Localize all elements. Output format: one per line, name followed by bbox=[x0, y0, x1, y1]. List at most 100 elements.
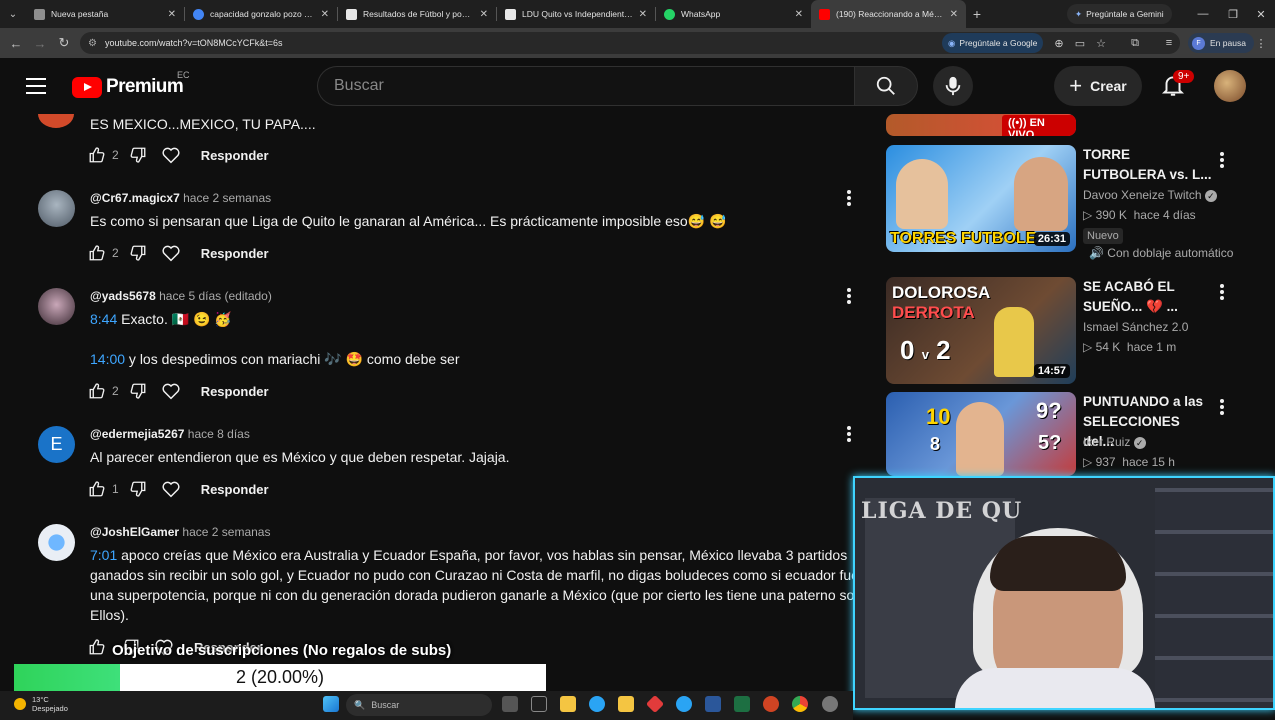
channel-name[interactable]: Davoo Xeneize Twitch ✓ bbox=[1083, 188, 1217, 202]
commenter-avatar[interactable] bbox=[38, 114, 74, 128]
chrome-icon[interactable] bbox=[792, 696, 808, 712]
reply-button[interactable]: Responder bbox=[201, 384, 269, 399]
create-button[interactable]: + Crear bbox=[1054, 66, 1142, 106]
close-tab-icon[interactable]: ✕ bbox=[795, 9, 803, 20]
thumbs-down-icon[interactable] bbox=[129, 146, 147, 164]
site-info-icon[interactable]: ⚙ bbox=[88, 38, 97, 49]
video-thumbnail[interactable]: DOLOROSA DERROTA 0 v 2 14:57 bbox=[886, 277, 1076, 384]
thumbs-up-icon[interactable] bbox=[88, 244, 106, 262]
app-icon[interactable] bbox=[645, 694, 665, 714]
comment-time[interactable]: hace 2 semanas bbox=[182, 525, 270, 539]
browser-tab[interactable]: Resultados de Fútbol y posición ✕ bbox=[338, 0, 496, 28]
word-icon[interactable] bbox=[705, 696, 721, 712]
minimize-button[interactable]: — bbox=[1188, 0, 1218, 28]
close-tab-icon[interactable]: ✕ bbox=[321, 9, 329, 20]
channel-name[interactable]: Ismael Sánchez 2.0 bbox=[1083, 320, 1188, 334]
video-options-icon[interactable] bbox=[1219, 398, 1225, 416]
commenter-avatar[interactable]: E bbox=[38, 426, 75, 463]
close-tab-icon[interactable]: ✕ bbox=[639, 9, 647, 20]
store-icon[interactable] bbox=[618, 696, 634, 712]
app-icon[interactable] bbox=[531, 696, 547, 712]
commenter-avatar[interactable] bbox=[38, 524, 75, 561]
tab-search-icon[interactable]: ⌄ bbox=[0, 0, 26, 28]
timestamp-link[interactable]: 14:00 bbox=[90, 351, 125, 367]
back-icon[interactable]: ← bbox=[4, 31, 28, 55]
hamburger-menu-icon[interactable] bbox=[26, 78, 46, 94]
video-thumbnail[interactable]: ((•)) EN VIVO bbox=[886, 114, 1076, 136]
thumbs-down-icon[interactable] bbox=[129, 480, 147, 498]
video-title[interactable]: SE ACABÓ EL SUEÑO... 💔 ... bbox=[1083, 277, 1213, 317]
comment-time[interactable]: hace 5 días (editado) bbox=[159, 289, 272, 303]
ask-gemini-button[interactable]: ✦ Pregúntale a Gemini bbox=[1067, 4, 1172, 24]
thumbs-up-icon[interactable] bbox=[88, 382, 106, 400]
thumbs-down-icon[interactable] bbox=[129, 244, 147, 262]
browser-tab[interactable]: LDU Quito vs Independiente Va ✕ bbox=[497, 0, 655, 28]
video-options-icon[interactable] bbox=[1219, 283, 1225, 301]
close-tab-icon[interactable]: ✕ bbox=[950, 9, 958, 20]
edge-icon[interactable] bbox=[589, 696, 605, 712]
thumbs-up-icon[interactable] bbox=[88, 638, 106, 656]
reply-button[interactable]: Responder bbox=[201, 246, 269, 261]
ask-google-button[interactable]: ◉ Pregúntale a Google bbox=[942, 33, 1044, 53]
comment-author[interactable]: @edermejia5267 bbox=[90, 427, 184, 441]
new-tab-button[interactable]: + bbox=[966, 6, 988, 22]
thumbs-down-icon[interactable] bbox=[129, 382, 147, 400]
bookmark-star-icon[interactable]: ☆ bbox=[1092, 34, 1110, 52]
video-thumbnail[interactable]: 10 9? 8 5? bbox=[886, 392, 1076, 476]
comment-options-icon[interactable] bbox=[846, 287, 852, 305]
close-tab-icon[interactable]: ✕ bbox=[168, 9, 176, 20]
profile-paused-button[interactable]: F En pausa bbox=[1188, 33, 1254, 53]
forward-icon[interactable]: → bbox=[28, 31, 52, 55]
task-view-icon[interactable] bbox=[502, 696, 518, 712]
heart-icon[interactable] bbox=[161, 480, 181, 498]
timestamp-link[interactable]: 7:01 bbox=[90, 547, 117, 563]
commenter-avatar[interactable] bbox=[38, 288, 75, 325]
browser-tab[interactable]: Nueva pestaña ✕ bbox=[26, 0, 184, 28]
settings-icon[interactable] bbox=[822, 696, 838, 712]
excel-icon[interactable] bbox=[734, 696, 750, 712]
youtube-premium-logo[interactable]: Premium bbox=[72, 76, 184, 98]
account-avatar[interactable] bbox=[1214, 70, 1246, 102]
browser-tab-active[interactable]: (190) Reaccionando a México 2 ✕ bbox=[811, 0, 966, 28]
reply-button[interactable]: Responder bbox=[201, 482, 269, 497]
commenter-avatar[interactable] bbox=[38, 190, 75, 227]
heart-icon[interactable] bbox=[161, 146, 181, 164]
weather-widget[interactable]: 13°C Despejado bbox=[14, 695, 68, 713]
powerpoint-icon[interactable] bbox=[763, 696, 779, 712]
reload-icon[interactable]: ↻ bbox=[52, 31, 76, 55]
close-tab-icon[interactable]: ✕ bbox=[480, 9, 488, 20]
menu-kebab-icon[interactable]: ⋮ bbox=[1252, 34, 1270, 52]
browser-tab[interactable]: capacidad gonzalo pozo ripalda ✕ bbox=[185, 0, 337, 28]
channel-name[interactable]: Iker Ruiz ✓ bbox=[1083, 435, 1146, 449]
comment-time[interactable]: hace 2 semanas bbox=[183, 191, 271, 205]
video-title[interactable]: TORRE FUTBOLERA vs. L... bbox=[1083, 145, 1213, 185]
timestamp-link[interactable]: 8:44 bbox=[90, 311, 117, 327]
browser-tab[interactable]: WhatsApp ✕ bbox=[656, 0, 811, 28]
search-input[interactable]: Buscar bbox=[317, 66, 854, 106]
comment-options-icon[interactable] bbox=[846, 425, 852, 443]
taskbar-search[interactable]: 🔍 Buscar bbox=[346, 694, 492, 716]
close-window-button[interactable]: ✕ bbox=[1246, 0, 1275, 28]
video-options-icon[interactable] bbox=[1219, 151, 1225, 169]
zoom-icon[interactable]: ⊕ bbox=[1050, 34, 1068, 52]
extensions-icon[interactable]: ⧉ bbox=[1126, 34, 1144, 52]
reply-button[interactable]: Responder bbox=[201, 148, 269, 163]
video-thumbnail[interactable]: TORRES FUTBOLE 26:31 bbox=[886, 145, 1076, 252]
restore-button[interactable]: ❐ bbox=[1218, 0, 1248, 28]
voice-search-button[interactable] bbox=[933, 66, 973, 106]
comment-time[interactable]: hace 8 días bbox=[188, 427, 250, 441]
thumbs-up-icon[interactable] bbox=[88, 146, 106, 164]
windows-start-icon[interactable] bbox=[323, 696, 339, 712]
comment-author[interactable]: @Cr67.magicx7 bbox=[90, 191, 180, 205]
file-explorer-icon[interactable] bbox=[560, 696, 576, 712]
cast-icon[interactable]: ▭ bbox=[1071, 34, 1089, 52]
heart-icon[interactable] bbox=[161, 382, 181, 400]
comment-author[interactable]: @yads5678 bbox=[90, 289, 156, 303]
reading-list-icon[interactable]: ≡ bbox=[1160, 34, 1178, 52]
heart-icon[interactable] bbox=[161, 244, 181, 262]
help-icon[interactable] bbox=[676, 696, 692, 712]
comment-author[interactable]: @JoshElGamer bbox=[90, 525, 179, 539]
thumbs-up-icon[interactable] bbox=[88, 480, 106, 498]
comment-options-icon[interactable] bbox=[846, 189, 852, 207]
search-button[interactable] bbox=[854, 66, 918, 106]
